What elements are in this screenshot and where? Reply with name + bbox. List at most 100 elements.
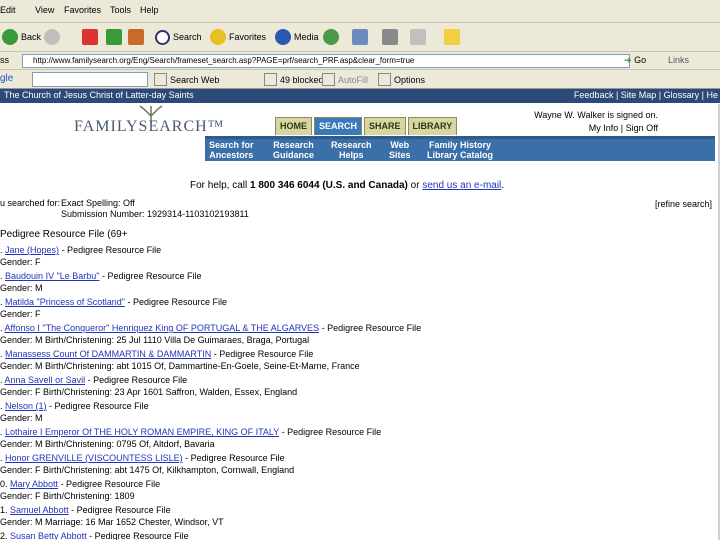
history-button[interactable] [323, 29, 342, 45]
tab-search[interactable]: SEARCH [314, 117, 363, 135]
site-tabs: HOME SEARCH SHARE LIBRARY [275, 117, 459, 136]
home-button[interactable] [128, 29, 147, 45]
print-button[interactable] [382, 29, 401, 45]
address-input[interactable]: http://www.familysearch.org/Eng/Search/f… [22, 54, 630, 68]
go-button[interactable]: ➔ Go [624, 55, 646, 66]
result-item: . Jane (Hopes) - Pedigree Resource File G… [0, 245, 162, 267]
exact-spelling: Exact Spelling: Off [61, 198, 135, 208]
result-item: 1. Samuel Abbott - Pedigree Resource Fil… [0, 505, 224, 527]
autofill-icon [322, 73, 335, 86]
result-link[interactable]: Matilda "Princess of Scotland" [5, 297, 125, 307]
result-item: 2. Susan Betty Abbott - Pedigree Resourc… [0, 531, 189, 540]
result-item: . Manassess Count Of DAMMARTIN & DAMMART… [0, 349, 360, 371]
star-icon [210, 29, 226, 45]
result-item: . Affonso I "The Conqueror" Henriquez Ki… [0, 323, 422, 345]
result-item: . Anna Savell or Savil - Pedigree Resour… [0, 375, 298, 397]
submission-number: Submission Number: 1929314-1103102193811 [61, 209, 249, 219]
signed-in-info: Wayne W. Walker is signed on. My Info | … [534, 109, 658, 135]
subnav-research-guidance[interactable]: Research Guidance [273, 140, 314, 160]
back-button[interactable]: Back [2, 29, 41, 45]
result-link[interactable]: Lothaire I Emperor Of THE HOLY ROMAN EMP… [5, 427, 279, 437]
google-search-input[interactable] [32, 72, 148, 87]
result-link[interactable]: Affonso I "The Conqueror" Henriquez King… [5, 323, 320, 333]
help-line: For help, call 1 800 346 6044 (U.S. and … [190, 180, 505, 191]
links-button[interactable]: Links [668, 55, 689, 65]
popup-blocker-button[interactable]: 49 blocked [264, 73, 324, 86]
result-link[interactable]: Honor GRENVILLE (VISCOUNTESS LISLE) [5, 453, 183, 463]
tab-library[interactable]: LIBRARY [407, 117, 458, 135]
menu-edit[interactable]: Edit [0, 5, 16, 15]
send-email-link[interactable]: send us an e-mail [422, 180, 501, 191]
help-phone: 1 800 346 6044 (U.S. and Canada) [250, 180, 408, 191]
popup-blocked-icon [264, 73, 277, 86]
google-logo: gle [0, 73, 14, 84]
address-label: ss [0, 55, 9, 65]
menu-help[interactable]: Help [140, 5, 159, 15]
search-web-button[interactable]: Search Web [154, 73, 219, 86]
tab-home[interactable]: HOME [275, 117, 312, 135]
mail-icon [352, 29, 368, 45]
address-bar: ss http://www.familysearch.org/Eng/Searc… [0, 52, 720, 70]
subnav-search-ancestors[interactable]: Search for Ancestors [209, 140, 254, 160]
subnav-library-catalog[interactable]: Family History Library Catalog [427, 140, 493, 160]
back-arrow-icon [2, 29, 18, 45]
options-icon [378, 73, 391, 86]
result-link[interactable]: Manassess Count Of DAMMARTIN & DAMMARTIN [5, 349, 211, 359]
search-web-icon [154, 73, 167, 86]
account-links[interactable]: My Info | Sign Off [534, 122, 658, 135]
results-list: . Jane (Hopes) - Pedigree Resource File G… [0, 244, 720, 540]
result-link[interactable]: Jane (Hopes) [5, 245, 59, 255]
media-button[interactable]: Media [275, 29, 319, 45]
home-icon [128, 29, 144, 45]
results-title: Pedigree Resource File (69+ [0, 229, 128, 240]
result-link[interactable]: Susan Betty Abbott [10, 531, 87, 540]
search-icon [155, 29, 170, 45]
church-top-links[interactable]: Feedback | Site Map | Glossary | He [574, 90, 718, 100]
result-item: . Honor GRENVILLE (VISCOUNTESS LISLE) - … [0, 453, 295, 475]
browser-toolbar: Back Search Favorites Media [0, 23, 720, 52]
search-criteria: u searched for: Exact Spelling: Off Subm… [0, 198, 249, 219]
stop-icon [82, 29, 98, 45]
subnav-research-helps[interactable]: Research Helps [331, 140, 372, 160]
google-toolbar: gle Search Web 49 blocked AutoFill Optio… [0, 70, 720, 89]
subnav-web-sites[interactable]: Web Sites [389, 140, 411, 160]
go-arrow-icon: ➔ [624, 55, 632, 65]
result-link[interactable]: Samuel Abbott [10, 505, 69, 515]
forward-arrow-icon [44, 29, 60, 45]
search-subnav: Search for Ancestors Research Guidance Res… [205, 139, 715, 161]
church-name: The Church of Jesus Christ of Latter-day… [4, 90, 194, 100]
edit-button[interactable] [410, 29, 429, 45]
searched-for-label: u searched for: [0, 198, 61, 208]
media-icon [275, 29, 291, 45]
favorites-button[interactable]: Favorites [210, 29, 266, 45]
result-link[interactable]: Mary Abbott [10, 479, 58, 489]
result-item: . Nelson (1) - Pedigree Resource File Gen… [0, 401, 149, 423]
messenger-button[interactable] [444, 29, 463, 45]
result-item: . Matilda "Princess of Scotland" - Pedig… [0, 297, 228, 319]
tab-share[interactable]: SHARE [364, 117, 406, 135]
options-button[interactable]: Options [378, 73, 425, 86]
print-icon [382, 29, 398, 45]
autofill-button[interactable]: AutoFill [322, 73, 368, 86]
refine-search-link[interactable]: [refine search] [655, 199, 712, 209]
result-link[interactable]: Anna Savell or Savil [5, 375, 86, 385]
search-button[interactable]: Search [155, 29, 202, 45]
browser-menubar: Edit View Favorites Tools Help [0, 0, 720, 23]
mail-button[interactable] [352, 29, 371, 45]
note-icon [444, 29, 460, 45]
result-item: . Lothaire I Emperor Of THE HOLY ROMAN E… [0, 427, 382, 449]
result-link[interactable]: Nelson (1) [5, 401, 47, 411]
church-header-bar: The Church of Jesus Christ of Latter-day… [0, 89, 720, 103]
stop-button[interactable] [82, 29, 101, 45]
forward-button[interactable] [44, 29, 63, 45]
menu-favorites[interactable]: Favorites [64, 5, 101, 15]
signed-in-text: Wayne W. Walker is signed on. [534, 110, 658, 120]
refresh-button[interactable] [106, 29, 125, 45]
menu-tools[interactable]: Tools [110, 5, 131, 15]
menu-view[interactable]: View [35, 5, 54, 15]
familysearch-logo[interactable]: FAMILYSEARCH™ [74, 118, 224, 136]
result-item: . Baudouin IV "Le Barbu" - Pedigree Reso… [0, 271, 202, 293]
result-link[interactable]: Baudouin IV "Le Barbu" [5, 271, 99, 281]
refresh-icon [106, 29, 122, 45]
history-icon [323, 29, 339, 45]
